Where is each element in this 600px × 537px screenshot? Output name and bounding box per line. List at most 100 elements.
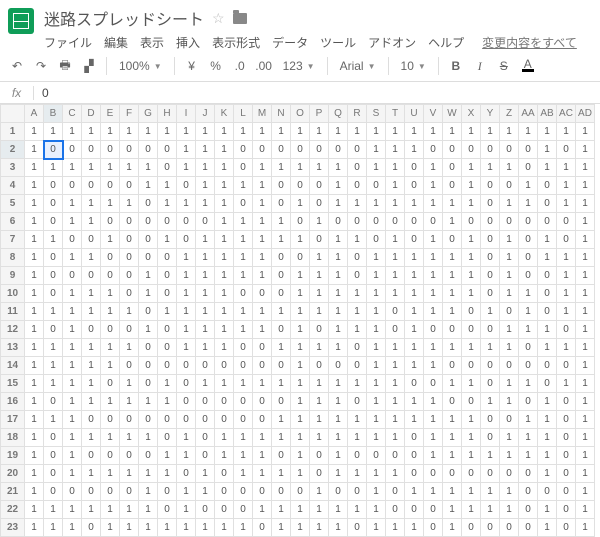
cell[interactable]: 0 xyxy=(481,231,500,249)
cell[interactable]: 0 xyxy=(139,339,158,357)
cell[interactable]: 1 xyxy=(234,303,253,321)
decrease-decimal-button[interactable]: .0 xyxy=(231,57,249,75)
cell[interactable]: 1 xyxy=(348,429,367,447)
cell[interactable]: 1 xyxy=(519,195,538,213)
cell[interactable]: 0 xyxy=(481,249,500,267)
cell[interactable]: 1 xyxy=(329,393,348,411)
cell[interactable]: 1 xyxy=(215,303,234,321)
cell[interactable]: 1 xyxy=(386,285,405,303)
row-header[interactable]: 6 xyxy=(1,213,25,231)
cell[interactable]: 1 xyxy=(386,249,405,267)
changes-link[interactable]: 変更内容をすべて xyxy=(482,34,577,51)
column-header[interactable]: S xyxy=(367,105,386,123)
cell[interactable]: 1 xyxy=(310,213,329,231)
cell[interactable]: 1 xyxy=(481,123,500,141)
column-header[interactable]: H xyxy=(158,105,177,123)
cell[interactable]: 0 xyxy=(462,357,481,375)
cell[interactable]: 0 xyxy=(443,141,462,159)
cell[interactable]: 1 xyxy=(101,429,120,447)
formula-input[interactable]: 0 xyxy=(34,86,49,100)
cell[interactable]: 1 xyxy=(215,231,234,249)
cell[interactable]: 1 xyxy=(139,267,158,285)
cell[interactable]: 1 xyxy=(196,339,215,357)
cell[interactable]: 1 xyxy=(177,303,196,321)
cell[interactable]: 1 xyxy=(120,159,139,177)
cell[interactable]: 0 xyxy=(310,231,329,249)
cell[interactable]: 1 xyxy=(25,231,44,249)
cell[interactable]: 0 xyxy=(481,195,500,213)
cell[interactable]: 0 xyxy=(158,159,177,177)
cell[interactable]: 0 xyxy=(557,501,576,519)
cell[interactable]: 0 xyxy=(234,141,253,159)
row-header[interactable]: 5 xyxy=(1,195,25,213)
cell[interactable]: 1 xyxy=(44,375,63,393)
cell[interactable]: 0 xyxy=(82,447,101,465)
cell[interactable]: 1 xyxy=(234,231,253,249)
cell[interactable]: 1 xyxy=(120,465,139,483)
cell[interactable]: 1 xyxy=(101,501,120,519)
cell[interactable]: 1 xyxy=(424,267,443,285)
cell[interactable]: 1 xyxy=(500,429,519,447)
cell[interactable]: 1 xyxy=(576,447,595,465)
cell[interactable]: 1 xyxy=(82,123,101,141)
cell[interactable]: 1 xyxy=(367,375,386,393)
cell[interactable]: 1 xyxy=(177,267,196,285)
cell[interactable]: 1 xyxy=(443,123,462,141)
cell[interactable]: 0 xyxy=(44,483,63,501)
cell[interactable]: 1 xyxy=(329,465,348,483)
zoom-select[interactable]: 100% ▼ xyxy=(115,59,166,73)
cell[interactable]: 0 xyxy=(538,285,557,303)
cell[interactable]: 1 xyxy=(215,195,234,213)
paint-format-icon[interactable]: ▞ xyxy=(80,57,98,75)
cell[interactable]: 1 xyxy=(272,375,291,393)
cell[interactable]: 0 xyxy=(405,501,424,519)
cell[interactable]: 0 xyxy=(101,213,120,231)
cell[interactable]: 0 xyxy=(405,375,424,393)
cell[interactable]: 0 xyxy=(424,501,443,519)
cell[interactable]: 1 xyxy=(367,141,386,159)
column-header[interactable]: O xyxy=(291,105,310,123)
cell[interactable]: 0 xyxy=(101,249,120,267)
cell[interactable]: 1 xyxy=(310,123,329,141)
cell[interactable]: 1 xyxy=(329,249,348,267)
cell[interactable]: 1 xyxy=(329,375,348,393)
cell[interactable]: 1 xyxy=(462,249,481,267)
cell[interactable]: 1 xyxy=(44,339,63,357)
cell[interactable]: 1 xyxy=(576,357,595,375)
cell[interactable]: 1 xyxy=(120,375,139,393)
cell[interactable]: 0 xyxy=(386,213,405,231)
cell[interactable]: 0 xyxy=(272,177,291,195)
cell[interactable]: 0 xyxy=(538,177,557,195)
cell[interactable]: 1 xyxy=(272,159,291,177)
cell[interactable]: 0 xyxy=(481,357,500,375)
cell[interactable]: 1 xyxy=(139,483,158,501)
cell[interactable]: 1 xyxy=(63,195,82,213)
cell[interactable]: 1 xyxy=(576,159,595,177)
cell[interactable]: 1 xyxy=(139,321,158,339)
cell[interactable]: 0 xyxy=(63,483,82,501)
cell[interactable]: 1 xyxy=(557,249,576,267)
cell[interactable]: 1 xyxy=(196,303,215,321)
cell[interactable]: 1 xyxy=(291,339,310,357)
star-icon[interactable]: ☆ xyxy=(212,10,225,27)
cell[interactable]: 0 xyxy=(405,159,424,177)
cell[interactable]: 1 xyxy=(82,501,101,519)
cell[interactable]: 1 xyxy=(120,123,139,141)
cell[interactable]: 1 xyxy=(25,375,44,393)
cell[interactable]: 1 xyxy=(576,465,595,483)
cell[interactable]: 1 xyxy=(367,357,386,375)
cell[interactable]: 0 xyxy=(82,177,101,195)
cell[interactable]: 1 xyxy=(557,267,576,285)
cell[interactable]: 1 xyxy=(291,321,310,339)
cell[interactable]: 0 xyxy=(348,339,367,357)
cell[interactable]: 0 xyxy=(234,195,253,213)
cell[interactable]: 0 xyxy=(386,501,405,519)
cell[interactable]: 1 xyxy=(158,123,177,141)
cell[interactable]: 1 xyxy=(291,429,310,447)
cell[interactable]: 1 xyxy=(329,177,348,195)
cell[interactable]: 1 xyxy=(462,501,481,519)
cell[interactable]: 0 xyxy=(120,231,139,249)
cell[interactable]: 1 xyxy=(443,195,462,213)
cell[interactable]: 1 xyxy=(63,303,82,321)
cell[interactable]: 0 xyxy=(82,141,101,159)
